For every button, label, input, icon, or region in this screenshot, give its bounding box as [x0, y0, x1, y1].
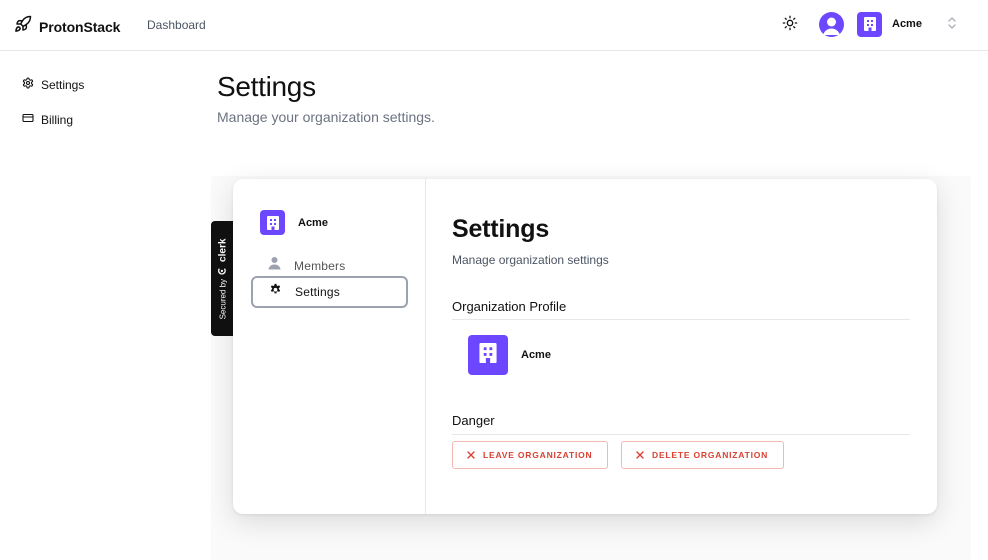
gear-icon	[269, 283, 282, 301]
organization-profile-card: Acme Members Settings Settings Manage or…	[233, 179, 937, 514]
organization-logo[interactable]	[468, 335, 508, 375]
danger-heading: Danger	[452, 413, 495, 428]
delete-organization-label: DELETE ORGANIZATION	[652, 450, 769, 460]
org-switcher-name: Acme	[892, 18, 922, 30]
secured-by-clerk-badge[interactable]: Secured by clerk	[211, 221, 233, 336]
org-switcher[interactable]: Acme	[857, 11, 965, 37]
user-avatar[interactable]	[819, 12, 844, 37]
card-divider	[425, 179, 426, 514]
rocket-icon	[14, 15, 32, 38]
building-icon	[478, 341, 498, 370]
section-divider	[452, 434, 910, 435]
secured-by-text: Secured by	[217, 278, 227, 319]
top-bar: ProtonStack Dashboard Acme	[0, 0, 988, 51]
clerk-logo-icon	[213, 265, 231, 274]
leave-organization-button[interactable]: LEAVE ORGANIZATION	[452, 441, 608, 469]
card-nav-settings-label: Settings	[295, 285, 340, 299]
brand[interactable]: ProtonStack	[14, 15, 120, 38]
page-subtitle: Manage your organization settings.	[217, 109, 435, 125]
page-title: Settings	[217, 71, 316, 102]
section-divider	[452, 319, 910, 320]
leave-organization-label: LEAVE ORGANIZATION	[483, 450, 593, 460]
card-subtitle: Manage organization settings	[452, 253, 609, 267]
delete-organization-button[interactable]: DELETE ORGANIZATION	[621, 441, 784, 469]
card-nav-members[interactable]: Members	[268, 256, 345, 275]
credit-card-icon	[22, 111, 34, 129]
organization-profile-name[interactable]: Acme	[521, 349, 551, 361]
gear-icon	[22, 76, 34, 94]
close-icon	[467, 446, 475, 464]
user-icon	[268, 256, 281, 275]
theme-toggle-button[interactable]	[779, 14, 801, 36]
sun-icon	[782, 15, 798, 36]
clerk-brand-text: clerk	[216, 238, 228, 262]
sidebar-item-label: Settings	[41, 78, 85, 92]
card-org-name: Acme	[298, 216, 328, 229]
sidebar-item-settings[interactable]: Settings	[22, 76, 84, 94]
sidebar-item-label: Billing	[41, 113, 74, 127]
chevron-up-down-icon	[947, 14, 957, 37]
card-nav-settings[interactable]: Settings	[251, 276, 408, 308]
side-nav: Settings Billing	[22, 76, 84, 146]
building-icon	[260, 210, 285, 235]
card-nav-members-label: Members	[294, 258, 346, 273]
brand-name: ProtonStack	[39, 18, 121, 35]
organization-profile-heading: Organization Profile	[452, 299, 567, 314]
nav-dashboard-link[interactable]: Dashboard	[147, 18, 206, 32]
close-icon	[636, 446, 644, 464]
building-icon	[857, 11, 882, 37]
card-title: Settings	[452, 215, 550, 243]
sidebar-item-billing[interactable]: Billing	[22, 111, 84, 129]
card-org-header: Acme	[260, 210, 328, 235]
